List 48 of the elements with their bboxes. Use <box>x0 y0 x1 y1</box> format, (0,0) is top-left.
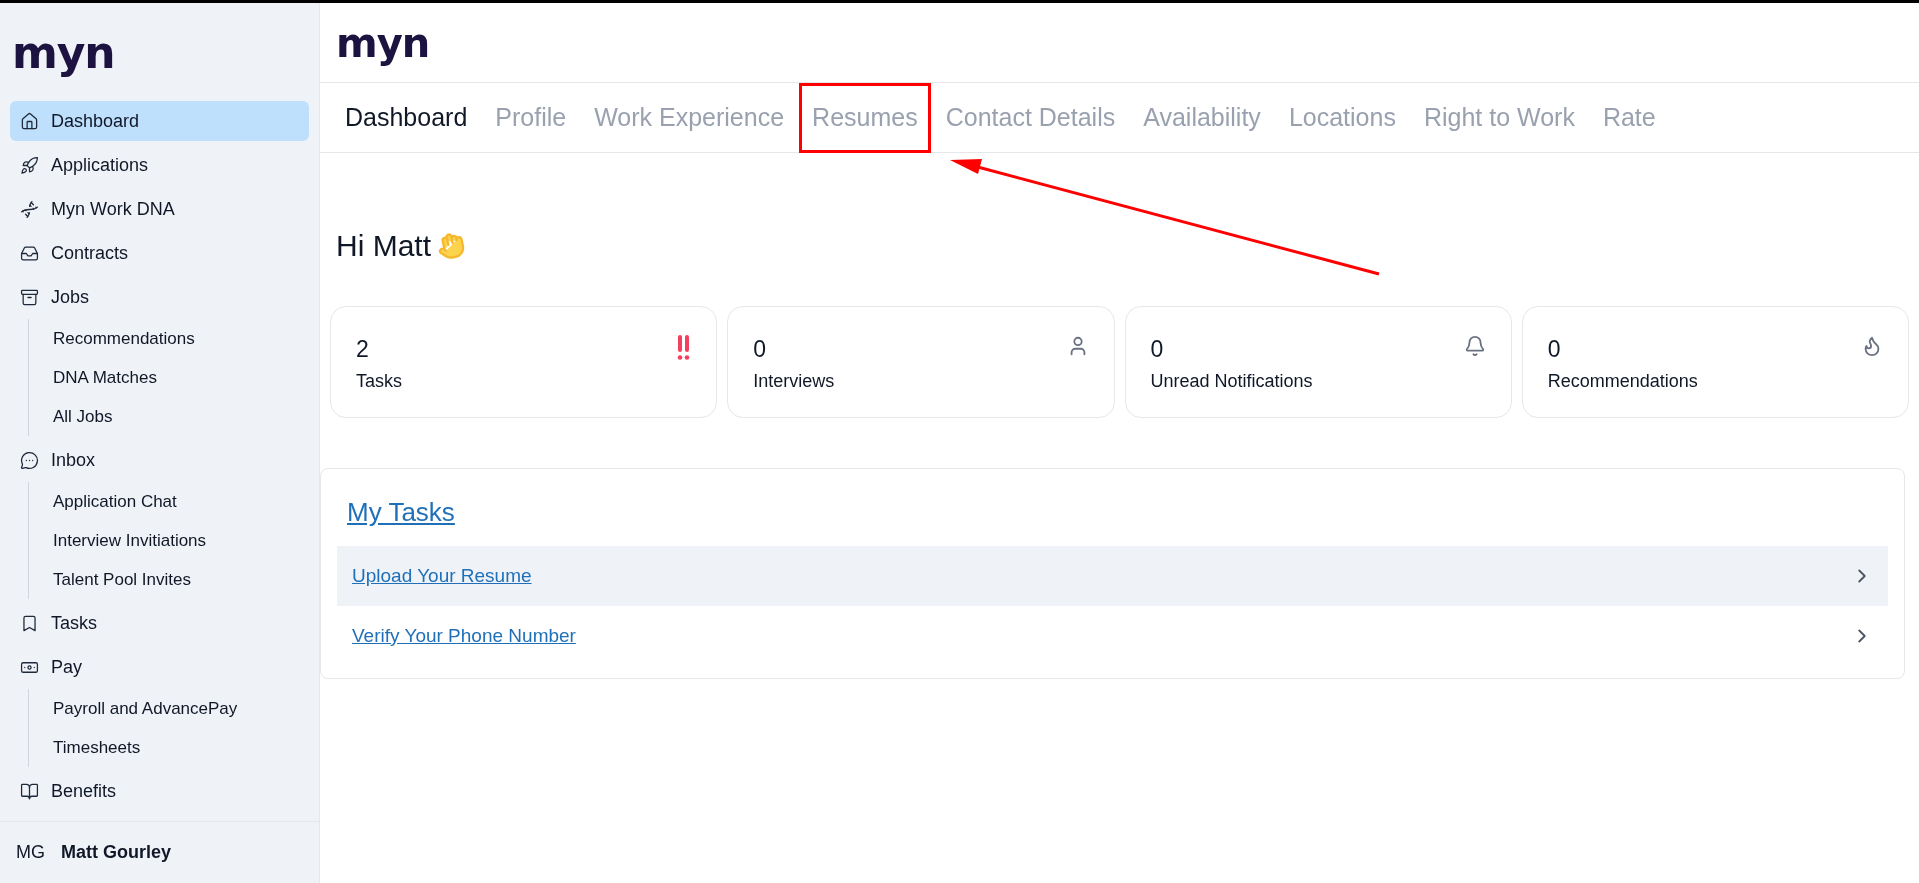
stat-value: 0 <box>1150 335 1165 364</box>
nav-item[interactable]: Jobs <box>10 277 309 317</box>
stat-value: 0 <box>1547 335 1562 364</box>
stat-label: Tasks <box>356 369 402 393</box>
nav-item[interactable]: Myn Work DNA <box>10 189 309 229</box>
nav-subitem[interactable]: Talent Pool Invites <box>53 560 309 599</box>
stat-label: Interviews <box>753 369 835 393</box>
task-link[interactable]: Upload Your Resume <box>352 561 532 591</box>
nav-item[interactable]: Benefits <box>10 771 309 811</box>
myn-logo: myn <box>12 27 115 78</box>
dna-icon <box>20 199 39 219</box>
task-link[interactable]: Verify Your Phone Number <box>352 621 576 651</box>
greeting: Hi Matt <box>336 228 431 264</box>
stat-card[interactable]: 0 Interviews <box>727 306 1115 418</box>
house-icon <box>20 111 39 131</box>
nav-subitem[interactable]: Interview Invitiations <box>53 521 309 560</box>
nav-subitem[interactable]: DNA Matches <box>53 358 309 397</box>
box-icon <box>20 287 39 307</box>
nav-subitem[interactable]: Timesheets <box>53 728 309 767</box>
nav-subitem[interactable]: Payroll and AdvancePay <box>53 689 309 728</box>
chat-bubble-icon <box>20 450 39 470</box>
book-icon <box>20 781 39 801</box>
nav-item[interactable]: Contracts <box>10 233 309 273</box>
nav-item[interactable]: Inbox <box>10 440 309 480</box>
stat-card[interactable]: 2 Tasks <box>330 306 718 418</box>
nav-subitem[interactable]: All Jobs <box>53 397 309 436</box>
rocket-icon <box>20 155 39 175</box>
my-tasks-link[interactable]: My Tasks <box>347 493 1888 532</box>
task-row[interactable]: Upload Your Resume <box>337 546 1888 606</box>
stat-label: Recommendations <box>1547 369 1698 393</box>
nav-item[interactable]: Tasks <box>10 603 309 643</box>
user-name[interactable]: Matt Gourley <box>61 839 171 866</box>
double-exclamation-icon <box>677 335 692 361</box>
nav-item[interactable]: Applications <box>10 145 309 185</box>
stat-card[interactable]: 0 Recommendations <box>1521 306 1909 418</box>
nav-item[interactable]: Dashboard <box>10 101 309 141</box>
nav-subitem[interactable]: Application Chat <box>53 482 309 521</box>
nav-item[interactable]: Pay <box>10 647 309 687</box>
nav-subitem[interactable]: Recommendations <box>53 319 309 358</box>
task-row[interactable]: Verify Your Phone Number <box>337 606 1888 666</box>
user-initials: MG <box>16 841 45 864</box>
bookmark-icon <box>20 613 39 633</box>
tab[interactable]: Dashboard <box>332 82 481 153</box>
stat-value: 0 <box>753 335 768 364</box>
stat-value: 2 <box>356 335 370 364</box>
stat-label: Unread Notifications <box>1150 369 1313 393</box>
bell-icon <box>1463 335 1486 357</box>
stat-card[interactable]: 0 Unread Notifications <box>1124 306 1512 418</box>
